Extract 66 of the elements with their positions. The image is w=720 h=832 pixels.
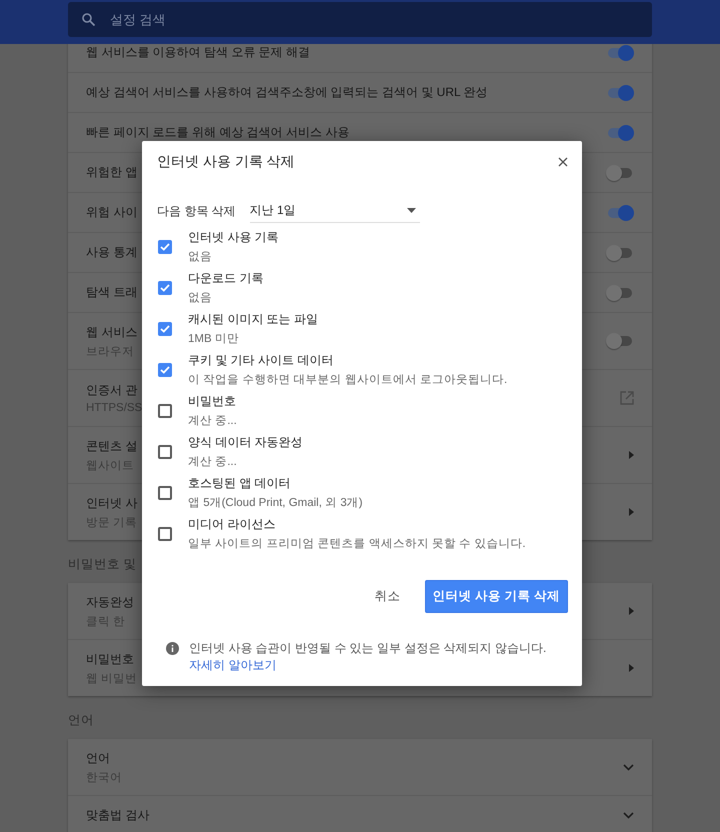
setting-label: 예상 검색어 서비스를 사용하여 검색주소창에 입력되는 검색어 및 URL 완성 [86,84,488,101]
toggle-switch[interactable] [606,164,634,180]
search-icon [82,13,95,26]
close-icon[interactable] [558,157,568,167]
dropdown-arrow-icon [406,208,416,213]
toggle-switch[interactable] [606,284,634,300]
footer-note: 인터넷 사용 습관이 반영될 수 있는 일부 설정은 삭제되지 않습니다. 자세히 알아보기 [189,640,548,674]
option-label: 다운로드 기록 [188,270,264,287]
setting-label: 위험한 앱 [86,164,138,181]
setting-label: 인증서 관 [86,382,138,399]
option-detail: 계산 중... [188,455,238,469]
option-detail: 앱 5개(Cloud Print, Gmail, 외 3개) [188,496,363,510]
arrow-right-icon[interactable] [629,451,634,459]
option-label: 쿠키 및 기타 사이트 데이터 [188,352,334,369]
search-field[interactable]: 설정 검색 [68,2,652,37]
setting-label: 비밀번호 [86,650,134,668]
setting-label: 콘텐츠 설 [86,438,138,454]
arrow-right-icon[interactable] [629,508,634,516]
option-label: 인터넷 사용 기록 [188,229,279,246]
checkbox[interactable] [158,526,172,540]
checkbox[interactable] [158,444,172,458]
checkbox[interactable] [158,486,172,500]
external-link-icon[interactable] [620,391,634,405]
option-detail: 이 작업을 수행하면 대부분의 웹사이트에서 로그아웃됩니다. [188,373,508,387]
toggle-switch[interactable] [606,204,634,220]
setting-label: 자동완성 [86,594,134,610]
setting-label: 인터넷 사 [86,494,138,512]
setting-label: 위험 사이 [86,204,138,221]
option-label: 미디어 라이선스 [188,516,276,533]
info-icon [166,642,179,655]
toggle-switch[interactable] [606,333,634,349]
option-label: 캐시된 이미지 또는 파일 [188,311,318,328]
chevron-down-icon[interactable] [623,764,634,770]
time-range-dropdown[interactable]: 지난 1일 [250,199,420,223]
setting-label: 탐색 트래 [86,284,138,301]
toggle-switch[interactable] [606,244,634,260]
setting-label: 웹 서비스 [86,324,138,340]
checkbox[interactable] [158,322,172,336]
checkbox[interactable] [158,362,172,376]
checkbox[interactable] [158,240,172,254]
dialog-title: 인터넷 사용 기록 삭제 [157,153,295,171]
option-label: 비밀번호 [188,393,237,410]
setting-label: 언어 [86,750,110,766]
chevron-down-icon[interactable] [623,812,634,819]
arrow-right-icon[interactable] [629,607,634,615]
option-label: 양식 데이터 자동완성 [188,434,303,451]
setting-label: 웹 서비스를 이용하여 탐색 오류 문제 해결 [86,44,310,61]
toggle-switch[interactable] [606,84,634,100]
checkbox[interactable] [158,404,172,418]
option-detail: 없음 [188,250,213,264]
checkbox[interactable] [158,280,172,294]
range-label: 다음 항목 삭제 [157,202,236,220]
setting-label: 빠른 페이지 로드를 위해 예상 검색어 서비스 사용 [86,124,350,141]
option-detail: 1MB 미만 [188,332,240,346]
option-detail: 계산 중... [188,414,237,428]
setting-label: 맞춤법 검사 [86,807,150,824]
clear-data-button[interactable]: 인터넷 사용 기록 삭제 [424,580,568,613]
toggle-switch[interactable] [606,124,634,140]
option-detail: 없음 [188,291,213,305]
cancel-button[interactable]: 취소 [360,580,415,613]
option-detail: 일부 사이트의 프리미엄 콘텐츠를 액세스하지 못할 수 있습니다. [188,537,526,551]
option-label: 호스팅된 앱 데이터 [188,475,292,492]
learn-more-link[interactable]: 자세히 알아보기 [189,658,276,672]
setting-label: 사용 통계 [86,244,138,261]
toggle-switch[interactable] [606,44,634,60]
arrow-right-icon[interactable] [629,664,634,672]
